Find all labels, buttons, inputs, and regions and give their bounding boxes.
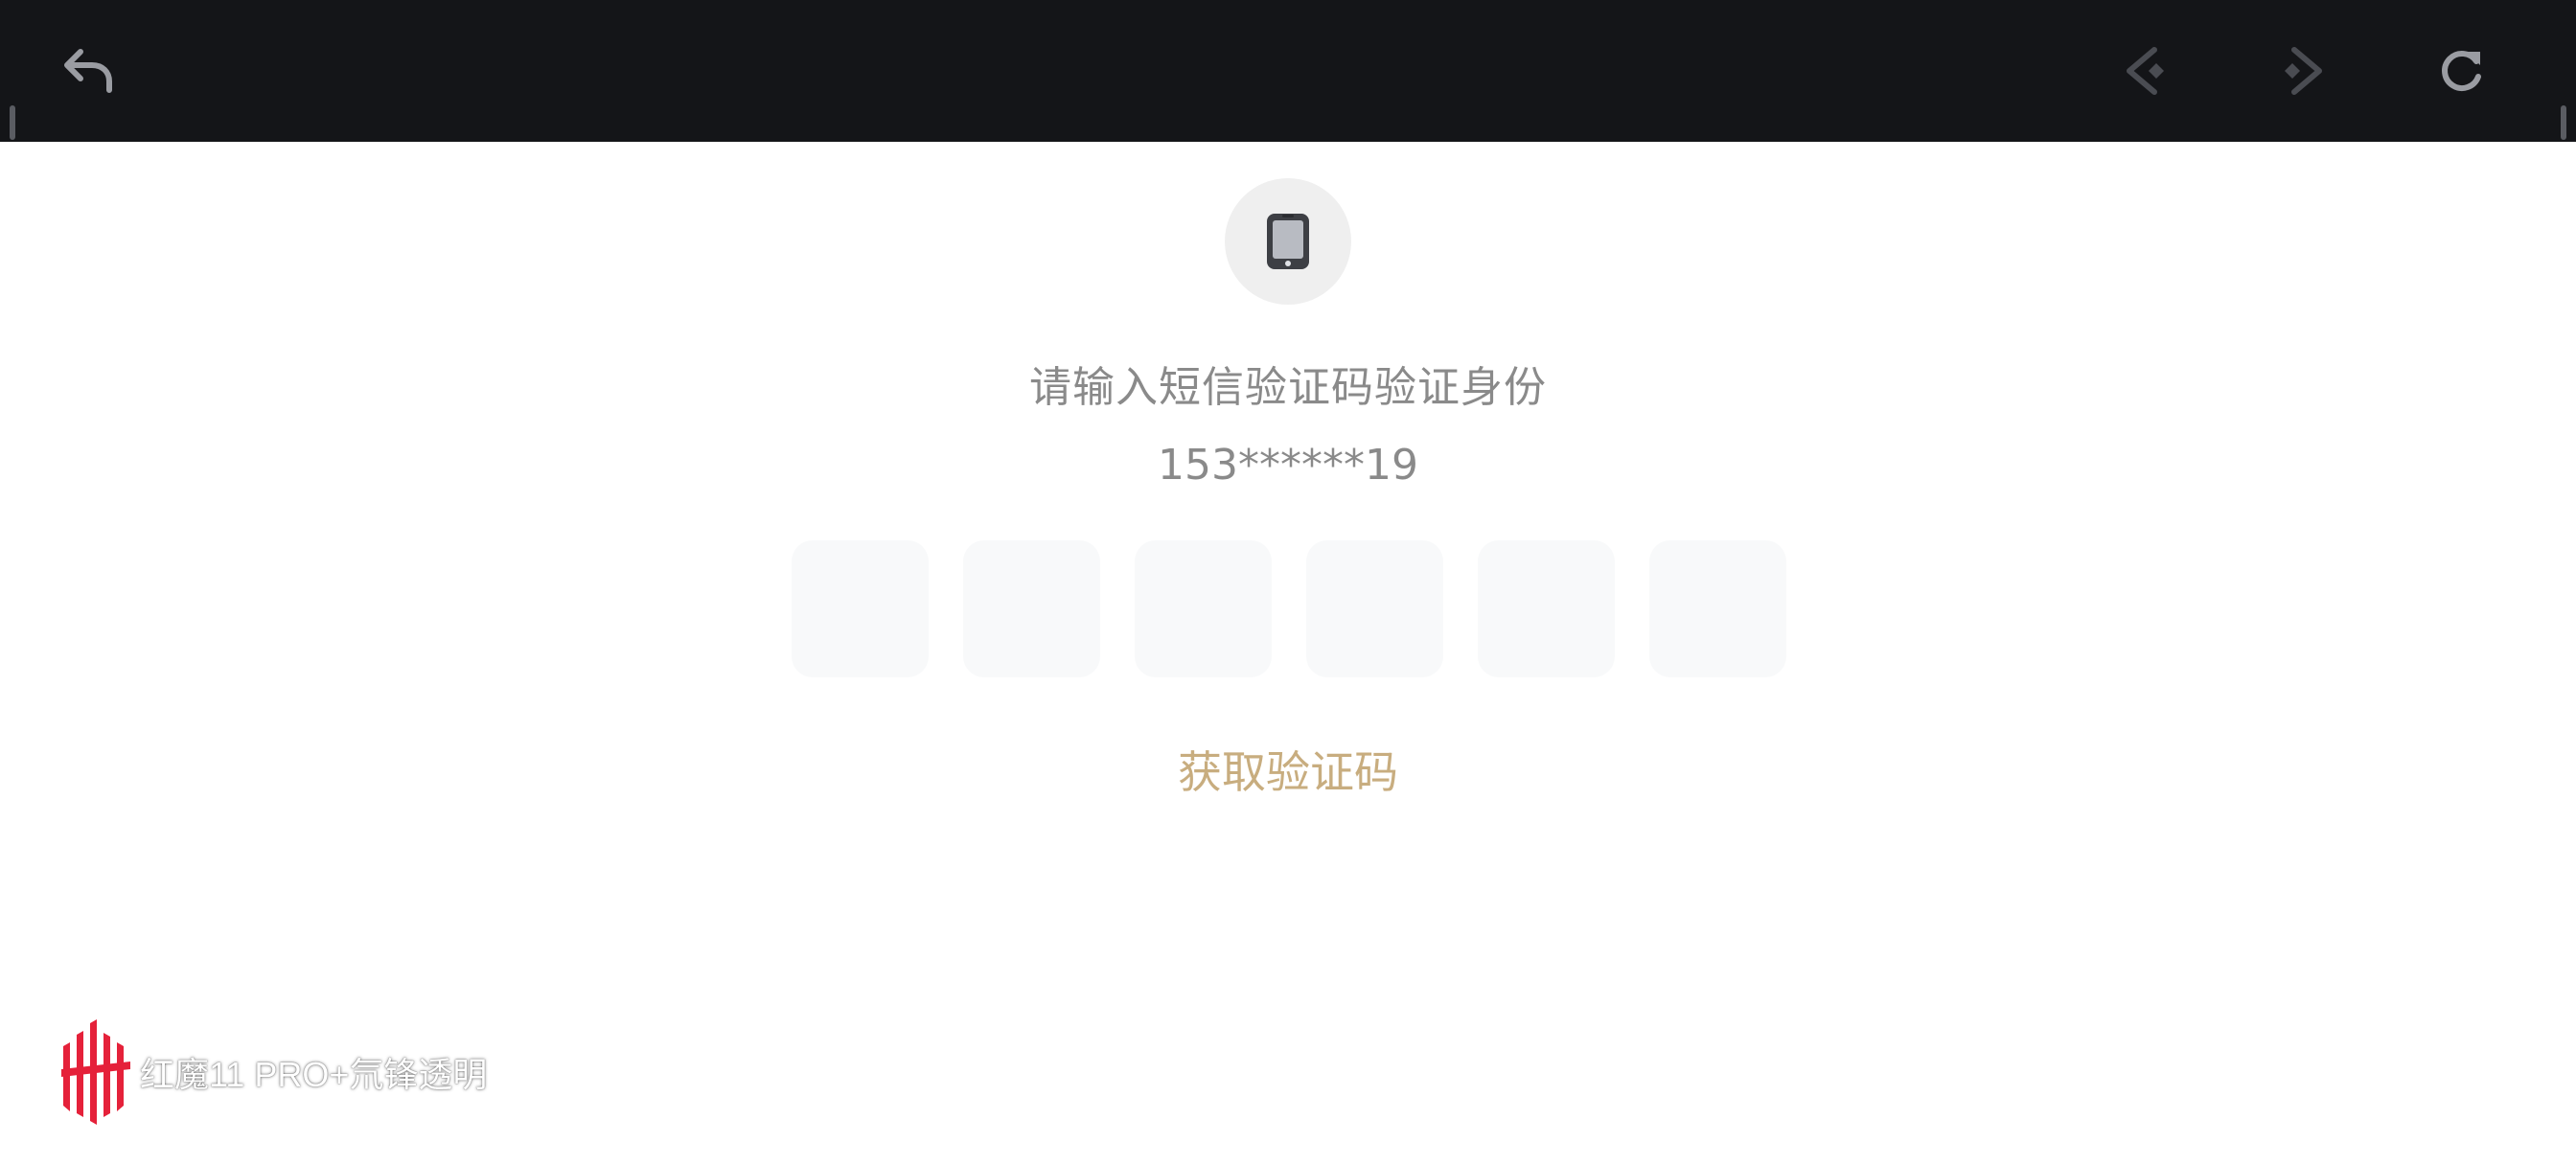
browser-toolbar: [0, 0, 2576, 142]
code-digit-6[interactable]: [1649, 540, 1786, 677]
left-edge-handle[interactable]: [10, 105, 15, 140]
code-digit-4[interactable]: [1306, 540, 1443, 677]
previous-icon: [2127, 47, 2164, 95]
next-icon: [2285, 47, 2322, 95]
phone-icon-badge: [1225, 178, 1351, 305]
verification-prompt: 请输入短信验证码验证身份: [1029, 363, 1547, 412]
back-button[interactable]: [50, 33, 126, 109]
reload-button[interactable]: [2423, 33, 2499, 109]
device-watermark: 红魔11 PRO+氘锋透明: [58, 1019, 487, 1125]
reload-icon: [2442, 51, 2481, 91]
next-button[interactable]: [2264, 33, 2340, 109]
back-arrow-icon: [64, 49, 112, 93]
watermark-text: 红魔11 PRO+氘锋透明: [140, 1055, 488, 1094]
code-input-row: [792, 540, 1786, 678]
code-digit-1[interactable]: [792, 540, 929, 677]
phone-icon: [1267, 214, 1309, 269]
get-code-button[interactable]: 获取验证码: [0, 738, 2576, 801]
masked-phone-number: 153******19: [1158, 441, 1418, 490]
code-digit-5[interactable]: [1478, 540, 1615, 677]
brand-logo-icon: [61, 1019, 130, 1125]
code-digit-2[interactable]: [963, 540, 1100, 677]
right-edge-handle[interactable]: [2561, 105, 2566, 140]
code-digit-3[interactable]: [1135, 540, 1272, 677]
previous-button[interactable]: [2108, 33, 2185, 109]
verification-page: 请输入短信验证码验证身份 153******19 获取验证码: [0, 142, 2576, 1165]
